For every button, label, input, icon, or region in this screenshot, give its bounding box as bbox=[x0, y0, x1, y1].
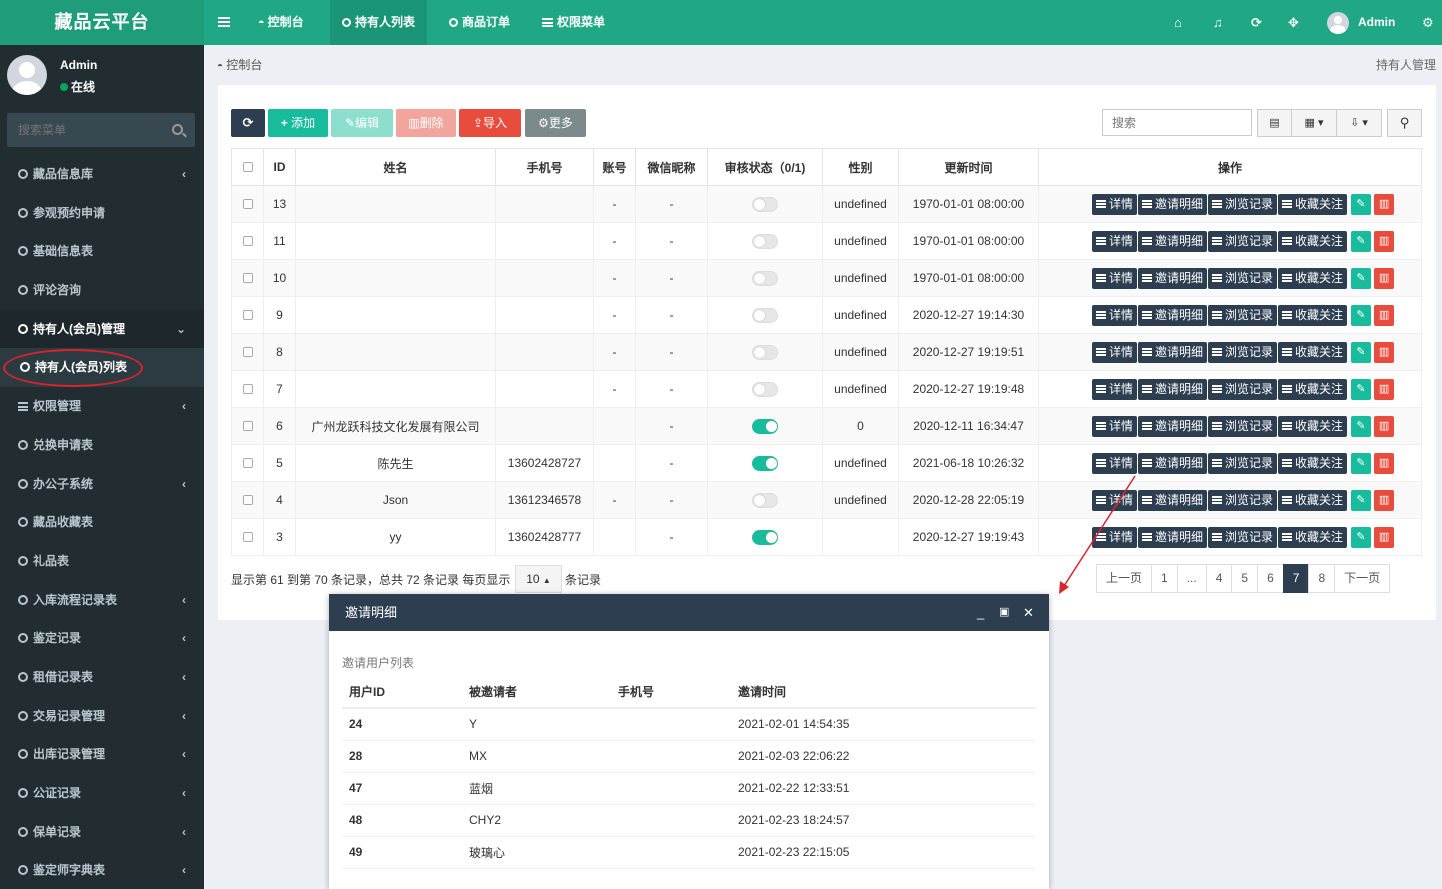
invite-name: CHY2 bbox=[462, 804, 611, 837]
invite-time: 2021-02-01 14:54:35 bbox=[731, 708, 1036, 741]
modal-subtitle: 邀请用户列表 bbox=[342, 656, 415, 670]
invite-name: 蓝烟 bbox=[462, 772, 611, 805]
invite-phone bbox=[611, 772, 731, 805]
invite-time: 2021-02-03 22:06:22 bbox=[731, 740, 1036, 773]
minimize-icon[interactable]: _ bbox=[977, 594, 984, 631]
invite-name: Y bbox=[462, 708, 611, 741]
invite-name: 玻璃心 bbox=[462, 836, 611, 869]
invite-phone bbox=[611, 740, 731, 773]
maximize-icon[interactable]: ▣ bbox=[999, 594, 1009, 631]
invite-detail-modal: 邀请明细 _ ▣ ✕ 邀请用户列表 用户ID 被邀请者 手机号 邀请时间 24 Y… bbox=[329, 594, 1049, 889]
invite-row: 24 Y 2021-02-01 14:54:35 bbox=[342, 708, 1036, 741]
invite-table-body: 24 Y 2021-02-01 14:54:35 28 MX 2021-02-03 22:… bbox=[342, 708, 1036, 869]
col-invitee: 被邀请者 bbox=[462, 676, 611, 709]
invite-time: 2021-02-23 22:15:05 bbox=[731, 836, 1036, 869]
modal-header: 邀请明细 _ ▣ ✕ bbox=[329, 594, 1049, 631]
invite-time: 2021-02-22 12:33:51 bbox=[731, 772, 1036, 805]
invite-uid: 47 bbox=[342, 772, 462, 805]
invite-table: 用户ID 被邀请者 手机号 邀请时间 24 Y 2021-02-01 14:54:3… bbox=[342, 676, 1036, 869]
col-user-id: 用户ID bbox=[342, 676, 462, 709]
invite-row: 49 玻璃心 2021-02-23 22:15:05 bbox=[342, 836, 1036, 869]
invite-time: 2021-02-23 18:24:57 bbox=[731, 804, 1036, 837]
invite-table-header: 用户ID 被邀请者 手机号 邀请时间 bbox=[342, 676, 1036, 709]
invite-phone bbox=[611, 708, 731, 741]
invite-name: MX bbox=[462, 740, 611, 773]
invite-uid: 48 bbox=[342, 804, 462, 837]
invite-uid: 24 bbox=[342, 708, 462, 741]
invite-uid: 49 bbox=[342, 836, 462, 869]
col-invite-phone: 手机号 bbox=[611, 676, 731, 709]
col-invite-time: 邀请时间 bbox=[731, 676, 1036, 709]
modal-title: 邀请明细 bbox=[345, 605, 398, 620]
arrow-line bbox=[1063, 475, 1136, 587]
invite-phone bbox=[611, 804, 731, 837]
close-icon[interactable]: ✕ bbox=[1023, 594, 1034, 631]
invite-uid: 28 bbox=[342, 740, 462, 773]
arrow-head bbox=[1059, 581, 1069, 594]
invite-phone bbox=[611, 836, 731, 869]
invite-row: 48 CHY2 2021-02-23 18:24:57 bbox=[342, 804, 1036, 837]
invite-row: 47 蓝烟 2021-02-22 12:33:51 bbox=[342, 772, 1036, 805]
invite-row: 28 MX 2021-02-03 22:06:22 bbox=[342, 740, 1036, 773]
